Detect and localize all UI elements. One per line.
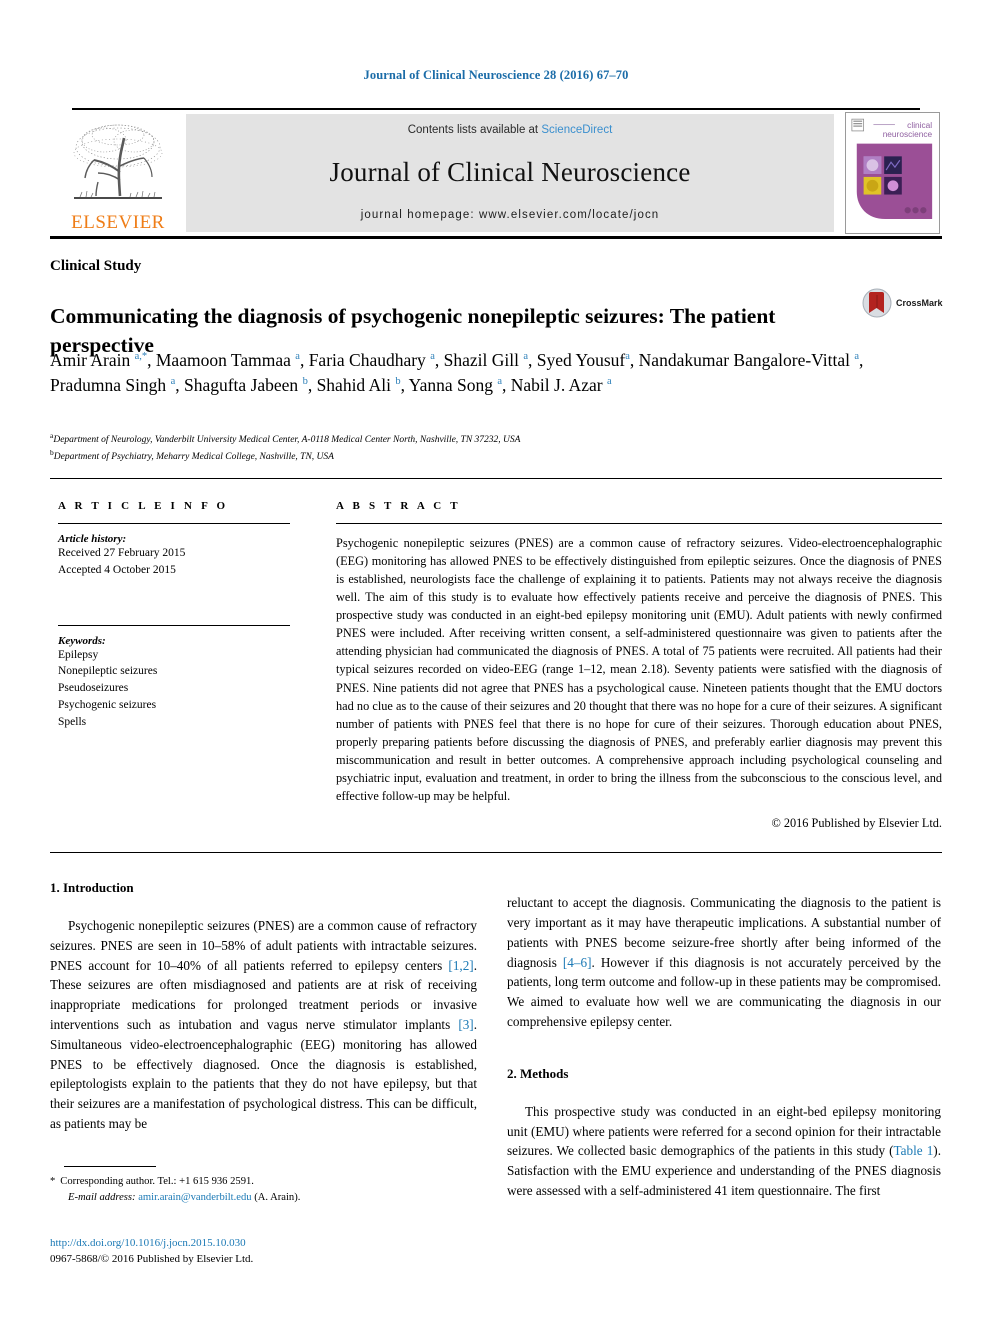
elsevier-tree-icon xyxy=(64,120,172,212)
body-column-left: 1. Introduction Psychogenic nonepileptic… xyxy=(50,880,477,1147)
header-rule-top xyxy=(72,108,920,110)
keyword-item: Epilepsy xyxy=(58,648,99,661)
keywords-block: Keywords: Epilepsy Nonepileptic seizures… xyxy=(58,624,290,731)
keywords-label: Keywords: xyxy=(58,634,106,647)
journal-header-bar: Contents lists available at ScienceDirec… xyxy=(186,114,834,232)
article-type-label: Clinical Study xyxy=(50,258,142,274)
abstract-copyright: © 2016 Published by Elsevier Ltd. xyxy=(771,815,942,830)
footnote-block: * Corresponding author. Tel.: +1 615 936 … xyxy=(50,1174,480,1206)
contents-prefix: Contents lists available at xyxy=(407,124,542,136)
citation-ref-3[interactable]: [3] xyxy=(458,1017,473,1032)
citation-ref-4-6[interactable]: [4–6] xyxy=(563,955,592,970)
corresponding-author-line: * Corresponding author. Tel.: +1 615 936 … xyxy=(50,1176,254,1187)
running-head: Journal of Clinical Neuroscience 28 (201… xyxy=(363,68,629,82)
intro-paragraph-right: reluctant to accept the diagnosis. Commu… xyxy=(507,895,941,1029)
abstract-section-rule-bottom xyxy=(50,852,942,853)
keywords-rule xyxy=(58,624,290,626)
svg-text:neuroscience: neuroscience xyxy=(883,129,933,139)
article-accepted-date: Accepted 4 October 2015 xyxy=(58,563,176,576)
article-info-rule xyxy=(58,523,290,524)
citation-ref-1[interactable]: [1,2] xyxy=(448,958,473,973)
abstract-heading: A B S T R A C T xyxy=(336,500,461,512)
footnote-rule xyxy=(64,1166,156,1168)
crossmark-badge[interactable]: CrossMark xyxy=(862,286,944,320)
article-info-column: A R T I C L E I N F O Article history: R… xyxy=(58,500,290,730)
affiliation-a: aDepartment of Neurology, Vanderbilt Uni… xyxy=(50,431,521,446)
doi-block: http://dx.doi.org/10.1016/j.jocn.2015.10… xyxy=(50,1236,490,1268)
section-heading-introduction: 1. Introduction xyxy=(50,880,134,895)
article-received-date: Received 27 February 2015 xyxy=(58,547,186,559)
crossmark-icon xyxy=(862,288,892,318)
journal-homepage[interactable]: journal homepage: www.elsevier.com/locat… xyxy=(361,209,660,221)
contents-available-line: Contents lists available at ScienceDirec… xyxy=(408,124,613,136)
methods-paragraph: This prospective study was conducted in … xyxy=(507,1103,941,1198)
crossmark-label: CrossMark xyxy=(896,298,943,308)
email-link[interactable]: amir.arain@vanderbilt.edu xyxy=(138,1192,251,1203)
elsevier-logo: ELSEVIER xyxy=(62,114,174,232)
author-list: Amir Arain a,*, Maamoon Tammaa a, Faria … xyxy=(50,350,864,395)
elsevier-wordmark: ELSEVIER xyxy=(71,212,165,233)
keyword-item: Spells xyxy=(58,715,87,728)
abstract-text: Psychogenic nonepileptic seizures (PNES)… xyxy=(336,536,942,803)
asterisk-icon: * xyxy=(50,1176,56,1187)
affiliation-list: aDepartment of Neurology, Vanderbilt Uni… xyxy=(50,430,940,465)
section-heading-methods: 2. Methods xyxy=(507,1065,569,1081)
article-history-label: Article history: xyxy=(58,533,127,545)
body-column-right: reluctant to accept the diagnosis. Commu… xyxy=(507,880,941,1214)
issn-copyright: 0967-5868/© 2016 Published by Elsevier L… xyxy=(50,1252,254,1265)
journal-title: Journal of Clinical Neuroscience xyxy=(329,157,691,187)
abstract-rule xyxy=(336,523,942,524)
keyword-item: Nonepileptic seizures xyxy=(58,665,158,678)
affiliation-b: bDepartment of Psychiatry, Meharry Medic… xyxy=(50,448,334,463)
keyword-item: Pseudoseizures xyxy=(58,682,129,695)
table-1-link[interactable]: Table 1 xyxy=(894,1143,934,1158)
article-info-heading: A R T I C L E I N F O xyxy=(58,500,229,512)
journal-cover-thumbnail: clinical neuroscience xyxy=(845,112,940,234)
email-line: E-mail address: amir.arain@vanderbilt.ed… xyxy=(50,1190,480,1206)
info-section-rule-top xyxy=(50,478,942,479)
journal-article-page: Journal of Clinical Neuroscience 28 (201… xyxy=(0,0,992,1323)
doi-link[interactable]: http://dx.doi.org/10.1016/j.jocn.2015.10… xyxy=(50,1236,490,1252)
sciencedirect-link[interactable]: ScienceDirect xyxy=(541,124,612,136)
email-suffix: (A. Arain). xyxy=(251,1191,301,1203)
intro-paragraph-left: Psychogenic nonepileptic seizures (PNES)… xyxy=(50,918,477,1131)
header-rule-bottom xyxy=(50,236,942,239)
abstract-column: A B S T R A C T Psychogenic nonepileptic… xyxy=(336,500,942,831)
email-label: E-mail address: xyxy=(68,1191,136,1203)
keyword-item: Psychogenic seizures xyxy=(58,698,157,711)
